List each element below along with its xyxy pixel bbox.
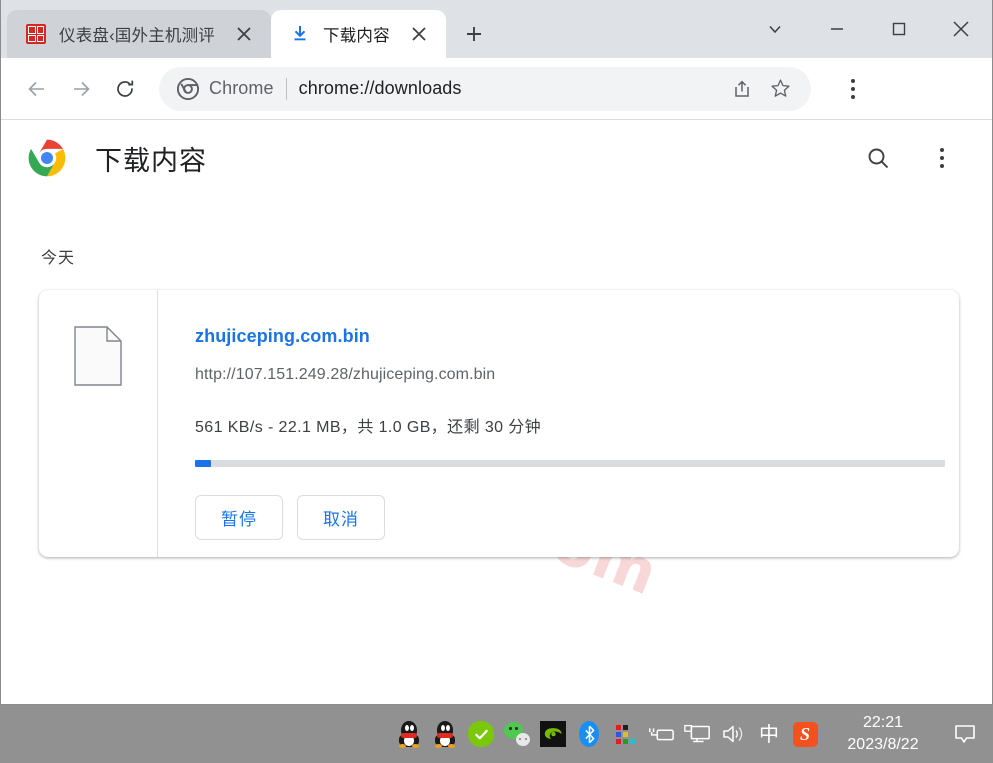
downloads-header: 下载内容	[1, 120, 992, 196]
omnibox-url-text: chrome://downloads	[298, 78, 462, 98]
clock-time: 22:21	[862, 714, 904, 732]
download-source-url: http://107.151.249.28/zhujiceping.com.bi…	[195, 366, 496, 383]
search-icon[interactable]	[856, 136, 900, 180]
downloads-page: zhujiceping.com 下载内容	[1, 120, 992, 704]
green-check-icon[interactable]	[463, 705, 499, 763]
tab-close-button[interactable]	[406, 21, 432, 47]
browser-toolbar: Chrome chrome://downloads	[1, 58, 992, 120]
downloads-menu-button[interactable]	[920, 136, 964, 180]
tab-dashboard[interactable]: 仪表盘‹国外主机测评	[7, 10, 271, 58]
sogou-input-icon[interactable]: S	[787, 705, 823, 763]
reload-button[interactable]	[103, 67, 147, 111]
download-status-text: 561 KB/s - 22.1 MB，共 1.0 GB，还剩 30 分钟	[195, 419, 542, 436]
chrome-logo-icon	[27, 138, 67, 178]
download-details: zhujiceping.com.bin http://107.151.249.2…	[158, 290, 975, 557]
qq-penguin-icon[interactable]	[391, 705, 427, 763]
clock-date: 2023/8/22	[847, 736, 919, 753]
download-filename-link[interactable]: zhujiceping.com.bin	[195, 326, 370, 347]
ime-label: 中	[759, 722, 779, 746]
download-item-card[interactable]: zhujiceping.com.bin http://107.151.249.2…	[39, 290, 959, 557]
browser-window: 仪表盘‹国外主机测评 下载内容 Chrome chrome://download…	[0, 0, 993, 705]
pause-button[interactable]: 暂停	[195, 495, 283, 540]
address-bar[interactable]: Chrome chrome://downloads	[159, 66, 811, 111]
tab-title: 仪表盘‹国外主机测评	[59, 27, 215, 45]
download-icon	[289, 23, 311, 45]
section-label-today: 今天	[41, 250, 76, 267]
download-action-buttons: 暂停 取消	[195, 495, 945, 540]
download-progress-fill	[195, 460, 211, 467]
color-grid-icon[interactable]	[607, 705, 643, 763]
tab-search-button[interactable]	[744, 0, 806, 58]
window-controls	[744, 0, 992, 58]
screen: 仪表盘‹国外主机测评 下载内容 Chrome chrome://download…	[0, 0, 993, 763]
forward-button[interactable]	[59, 67, 103, 111]
tab-downloads[interactable]: 下载内容	[271, 10, 446, 58]
tab-strip: 仪表盘‹国外主机测评 下载内容	[1, 0, 992, 58]
downloads-list: 今天 zhujiceping.com.bin http://107.151.24…	[1, 244, 992, 557]
sogou-label: S	[792, 721, 818, 747]
tab-close-button[interactable]	[231, 21, 257, 47]
windows-taskbar: 中 S 22:21 2023/8/22	[0, 705, 993, 763]
qq-penguin-icon[interactable]	[427, 705, 463, 763]
share-icon[interactable]	[725, 72, 759, 106]
minimize-button[interactable]	[806, 0, 868, 58]
omnibox-scheme-label: Chrome	[209, 78, 274, 98]
ime-chinese-icon[interactable]: 中	[751, 705, 787, 763]
notification-bubble-icon[interactable]	[937, 705, 993, 763]
close-button[interactable]	[930, 0, 992, 58]
cancel-button[interactable]: 取消	[297, 495, 385, 540]
system-tray: 中 S 22:21 2023/8/22	[391, 705, 993, 763]
page-title: 下载内容	[95, 145, 207, 176]
nvidia-icon[interactable]	[535, 705, 571, 763]
generic-file-icon	[74, 326, 122, 386]
omnibox-divider	[285, 77, 287, 100]
download-icon-column	[39, 290, 158, 557]
back-button[interactable]	[15, 67, 59, 111]
bookmark-star-icon[interactable]	[763, 72, 797, 106]
red-seal-favicon-icon	[25, 23, 47, 45]
tab-title: 下载内容	[323, 27, 390, 45]
new-tab-button[interactable]	[456, 16, 492, 52]
three-dot-menu-icon	[851, 78, 855, 99]
maximize-button[interactable]	[868, 0, 930, 58]
taskbar-clock[interactable]: 22:21 2023/8/22	[829, 705, 937, 763]
chrome-logo-grey-icon	[176, 77, 200, 100]
three-dot-menu-icon	[940, 148, 944, 168]
wechat-icon[interactable]	[499, 705, 535, 763]
volume-icon[interactable]	[715, 705, 751, 763]
download-progress-bar	[195, 460, 945, 467]
display-icon[interactable]	[679, 705, 715, 763]
battery-plug-icon[interactable]	[643, 705, 679, 763]
browser-menu-button[interactable]	[831, 67, 875, 111]
bluetooth-icon[interactable]	[571, 705, 607, 763]
